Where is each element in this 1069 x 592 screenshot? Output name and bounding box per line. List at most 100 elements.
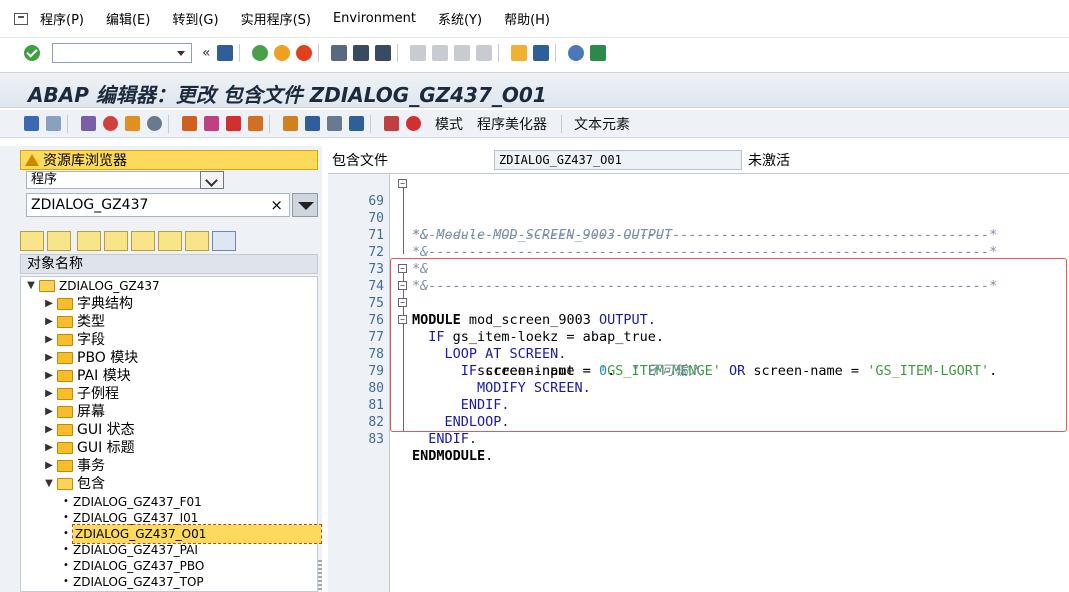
- exit-icon[interactable]: [273, 45, 290, 61]
- expand-arrow-icon[interactable]: ▶: [43, 439, 55, 457]
- help-icon[interactable]: [567, 45, 584, 61]
- next-object-icon[interactable]: [47, 231, 71, 251]
- find-next-icon[interactable]: [374, 45, 391, 61]
- menu-goto[interactable]: 转到(G): [172, 9, 218, 28]
- forward-arrow-icon[interactable]: [46, 116, 61, 131]
- pretty-printer-button[interactable]: 程序美化器: [477, 114, 547, 134]
- object-type-select[interactable]: 程序: [26, 171, 224, 189]
- menu-utilities[interactable]: 实用程序(S): [241, 9, 311, 28]
- collapse-arrow-icon[interactable]: ▼: [25, 277, 37, 295]
- collapse-icon[interactable]: [77, 231, 101, 251]
- code-line[interactable]: 71 *&-----------------------------------…: [328, 210, 1069, 260]
- print-icon[interactable]: [330, 45, 347, 61]
- frame-icon[interactable]: [327, 116, 342, 131]
- collapse-chevron-icon[interactable]: «: [202, 45, 211, 61]
- command-field[interactable]: [52, 43, 192, 63]
- object-list-icon[interactable]: [204, 116, 219, 131]
- info-icon[interactable]: [349, 116, 364, 131]
- folder-open-icon: [39, 280, 55, 292]
- back-icon[interactable]: [251, 45, 268, 61]
- find-icon[interactable]: [352, 45, 369, 61]
- expand-arrow-icon[interactable]: ▶: [43, 367, 55, 385]
- previous-object-icon[interactable]: [20, 231, 44, 251]
- tree-folder-gui-titles[interactable]: ▶ GUI 标题: [43, 439, 135, 457]
- highlight-annotation-box: [390, 258, 1067, 432]
- expand-arrow-icon[interactable]: ▶: [43, 421, 55, 439]
- collapse-arrow-icon[interactable]: ▼: [43, 475, 55, 493]
- create-session-icon[interactable]: [510, 45, 527, 61]
- code-line[interactable]: 69 − *&---------------------------------…: [328, 176, 1069, 243]
- display-object-button[interactable]: [292, 193, 318, 217]
- tree-folder-fields[interactable]: ▶ 字段: [43, 331, 105, 349]
- favorites-icon[interactable]: [185, 231, 209, 251]
- menu-edit[interactable]: 编辑(E): [106, 9, 150, 28]
- hierarchy-icon[interactable]: [283, 116, 298, 131]
- bullet-icon: •: [63, 576, 69, 587]
- expand-arrow-icon[interactable]: ▶: [43, 403, 55, 421]
- expand-arrow-icon[interactable]: ▶: [43, 349, 55, 367]
- expand-arrow-icon[interactable]: ▶: [43, 385, 55, 403]
- tree-root[interactable]: ▼ ZDIALOG_GZ437: [25, 277, 160, 295]
- object-type-dropdown-icon[interactable]: [200, 171, 224, 189]
- tree-column-header: 对象名称: [20, 254, 318, 274]
- expand-arrow-icon[interactable]: ▶: [43, 313, 55, 331]
- tree-folder-transactions[interactable]: ▶ 事务: [43, 457, 105, 475]
- expand-arrow-icon[interactable]: ▶: [43, 331, 55, 349]
- display-change-icon[interactable]: [81, 116, 96, 131]
- enter-check-icon[interactable]: [24, 45, 40, 61]
- folder-icon: [57, 424, 73, 436]
- object-tree: ▼ ZDIALOG_GZ437 ▶ 字典结构 ▶ 类型 ▶ 字段 ▶ PBO 模…: [20, 276, 322, 592]
- tree-folder-subroutines[interactable]: ▶ 子例程: [43, 385, 119, 403]
- pattern-icon[interactable]: [384, 116, 399, 131]
- text-elements-button[interactable]: 文本元素: [574, 114, 630, 134]
- expand-arrow-icon[interactable]: ▶: [43, 295, 55, 313]
- check-icon[interactable]: [103, 116, 118, 131]
- activate-icon[interactable]: [125, 116, 140, 131]
- panel-resize-handle[interactable]: [318, 560, 322, 592]
- shortcut-icon[interactable]: [532, 45, 549, 61]
- next-page-icon[interactable]: [453, 45, 470, 61]
- code-line[interactable]: 70 *& Module MOD_SCREEN_9003 OUTPUT: [328, 193, 1069, 243]
- menu-environment[interactable]: Environment: [333, 11, 416, 26]
- hierarchy-up-icon[interactable]: [158, 231, 182, 251]
- back-arrow-icon[interactable]: [24, 116, 39, 131]
- customize-layout-icon[interactable]: [589, 45, 606, 61]
- include-label: 包含文件: [332, 153, 388, 169]
- refresh-icon[interactable]: [212, 231, 236, 251]
- save-icon[interactable]: [216, 45, 233, 61]
- tree-include-item[interactable]: • ZDIALOG_GZ437_TOP: [61, 573, 204, 591]
- expand-icon[interactable]: [104, 231, 128, 251]
- pretty-print-icon[interactable]: [305, 116, 320, 131]
- folder-icon: [57, 388, 73, 400]
- navigation-window-icon[interactable]: [226, 116, 241, 131]
- menu-help[interactable]: 帮助(H): [504, 9, 550, 28]
- stop-icon[interactable]: [406, 116, 421, 131]
- pattern-button[interactable]: 模式: [435, 114, 463, 134]
- menu-system[interactable]: 系统(Y): [438, 9, 482, 28]
- test-icon[interactable]: [147, 116, 162, 131]
- tree-folder-pbo-modules[interactable]: ▶ PBO 模块: [43, 349, 138, 367]
- last-page-icon[interactable]: [475, 45, 492, 61]
- cancel-icon[interactable]: [295, 45, 312, 61]
- tree-folder-screens[interactable]: ▶ 屏幕: [43, 403, 105, 421]
- tree-folder-gui-status[interactable]: ▶ GUI 状态: [43, 421, 135, 439]
- previous-page-icon[interactable]: [431, 45, 448, 61]
- other-object-icon[interactable]: [248, 116, 263, 131]
- expand-arrow-icon[interactable]: ▶: [43, 457, 55, 475]
- clear-icon[interactable]: ×: [270, 194, 283, 216]
- first-page-icon[interactable]: [409, 45, 426, 61]
- object-name-field[interactable]: ZDIALOG_GZ437 ×: [26, 193, 290, 217]
- find-object-icon[interactable]: [131, 231, 155, 251]
- repository-browser-title[interactable]: 资源库浏览器: [20, 150, 318, 170]
- tree-folder-includes[interactable]: ▼ 包含: [43, 475, 105, 493]
- tree-folder-dictionary-structures[interactable]: ▶ 字典结构: [43, 295, 133, 313]
- code-line[interactable]: 72 *&: [328, 227, 1069, 277]
- where-used-icon[interactable]: [182, 116, 197, 131]
- menu-icon[interactable]: [14, 12, 28, 25]
- tree-folder-pai-modules[interactable]: ▶ PAI 模块: [43, 367, 131, 385]
- folder-icon: [57, 298, 73, 310]
- fold-minus-icon[interactable]: −: [398, 179, 407, 188]
- tree-folder-types[interactable]: ▶ 类型: [43, 313, 105, 331]
- menu-program[interactable]: 程序(P): [40, 9, 84, 28]
- folder-icon: [57, 370, 73, 382]
